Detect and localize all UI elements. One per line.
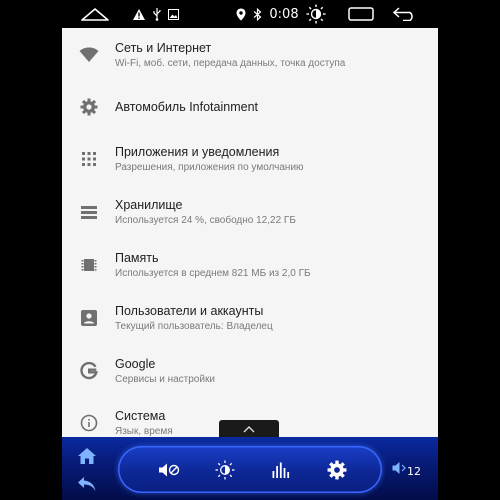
image-icon [166,0,180,28]
back-icon[interactable] [389,0,421,28]
settings-item-subtitle: Используется в среднем 821 МБ из 2,0 ГБ [115,268,311,279]
mute-icon[interactable] [154,446,184,493]
storage-icon [78,201,100,223]
home-icon[interactable] [80,0,110,28]
settings-item-subtitle: Язык, время [115,426,173,437]
clock: 0:08 [269,6,299,22]
bottom-control-bar: 12 [62,437,438,500]
apps-grid-icon [78,148,100,170]
brightness-icon[interactable] [210,446,240,493]
bluetooth-icon [250,0,264,28]
settings-item-google[interactable]: Google Сервисы и настройки [62,345,438,397]
settings-item-apps[interactable]: Приложения и уведомления Разрешения, при… [62,133,438,185]
settings-item-title: Сеть и Интернет [115,41,212,55]
settings-item-network[interactable]: Сеть и Интернет Wi-Fi, моб. сети, переда… [62,29,438,81]
settings-item-title: Автомобиль Infotainment [115,100,258,114]
google-icon [78,360,100,382]
settings-item-users-accounts[interactable]: Пользователи и аккаунты Текущий пользова… [62,292,438,344]
info-icon [78,412,100,434]
volume-icon [392,462,406,474]
expand-handle[interactable] [219,420,279,438]
settings-item-title: Система [115,409,166,423]
volume-control[interactable]: 12 [392,453,432,489]
location-icon [234,0,248,28]
settings-item-subtitle: Сервисы и настройки [115,374,215,385]
settings-item-car-infotainment[interactable]: Автомобиль Infotainment [62,81,438,133]
wifi-icon [78,44,100,66]
quick-controls-pill [118,446,382,493]
equalizer-icon[interactable] [266,446,296,493]
back-icon[interactable] [75,474,99,494]
settings-gear-icon[interactable] [322,446,352,493]
settings-item-title: Память [115,251,159,265]
memory-icon [78,254,100,276]
brightness-icon[interactable] [304,0,328,28]
settings-item-storage[interactable]: Хранилище Используется 24 %, свободно 12… [62,186,438,238]
warning-icon [132,0,146,28]
recents-icon[interactable] [345,0,377,28]
settings-item-title: Пользователи и аккаунты [115,304,264,318]
settings-item-subtitle: Используется 24 %, свободно 12,22 ГБ [115,215,296,226]
home-icon[interactable] [75,445,99,467]
settings-list: Сеть и Интернет Wi-Fi, моб. сети, переда… [62,28,438,438]
volume-level: 12 [407,465,421,478]
status-bar: 0:08 [62,0,438,28]
gear-icon [78,96,100,118]
settings-item-subtitle: Wi-Fi, моб. сети, передача данных, точка… [115,58,346,69]
settings-item-title: Приложения и уведомления [115,145,280,159]
usb-icon [150,0,164,28]
settings-item-subtitle: Разрешения, приложения по умолчанию [115,162,304,173]
settings-item-memory[interactable]: Память Используется в среднем 821 МБ из … [62,239,438,291]
settings-item-subtitle: Текущий пользователь: Владелец [115,321,273,332]
nav-column [62,437,112,500]
settings-item-title: Хранилище [115,198,183,212]
settings-item-title: Google [115,357,156,371]
account-icon [78,307,100,329]
chevron-up-icon [243,425,255,432]
